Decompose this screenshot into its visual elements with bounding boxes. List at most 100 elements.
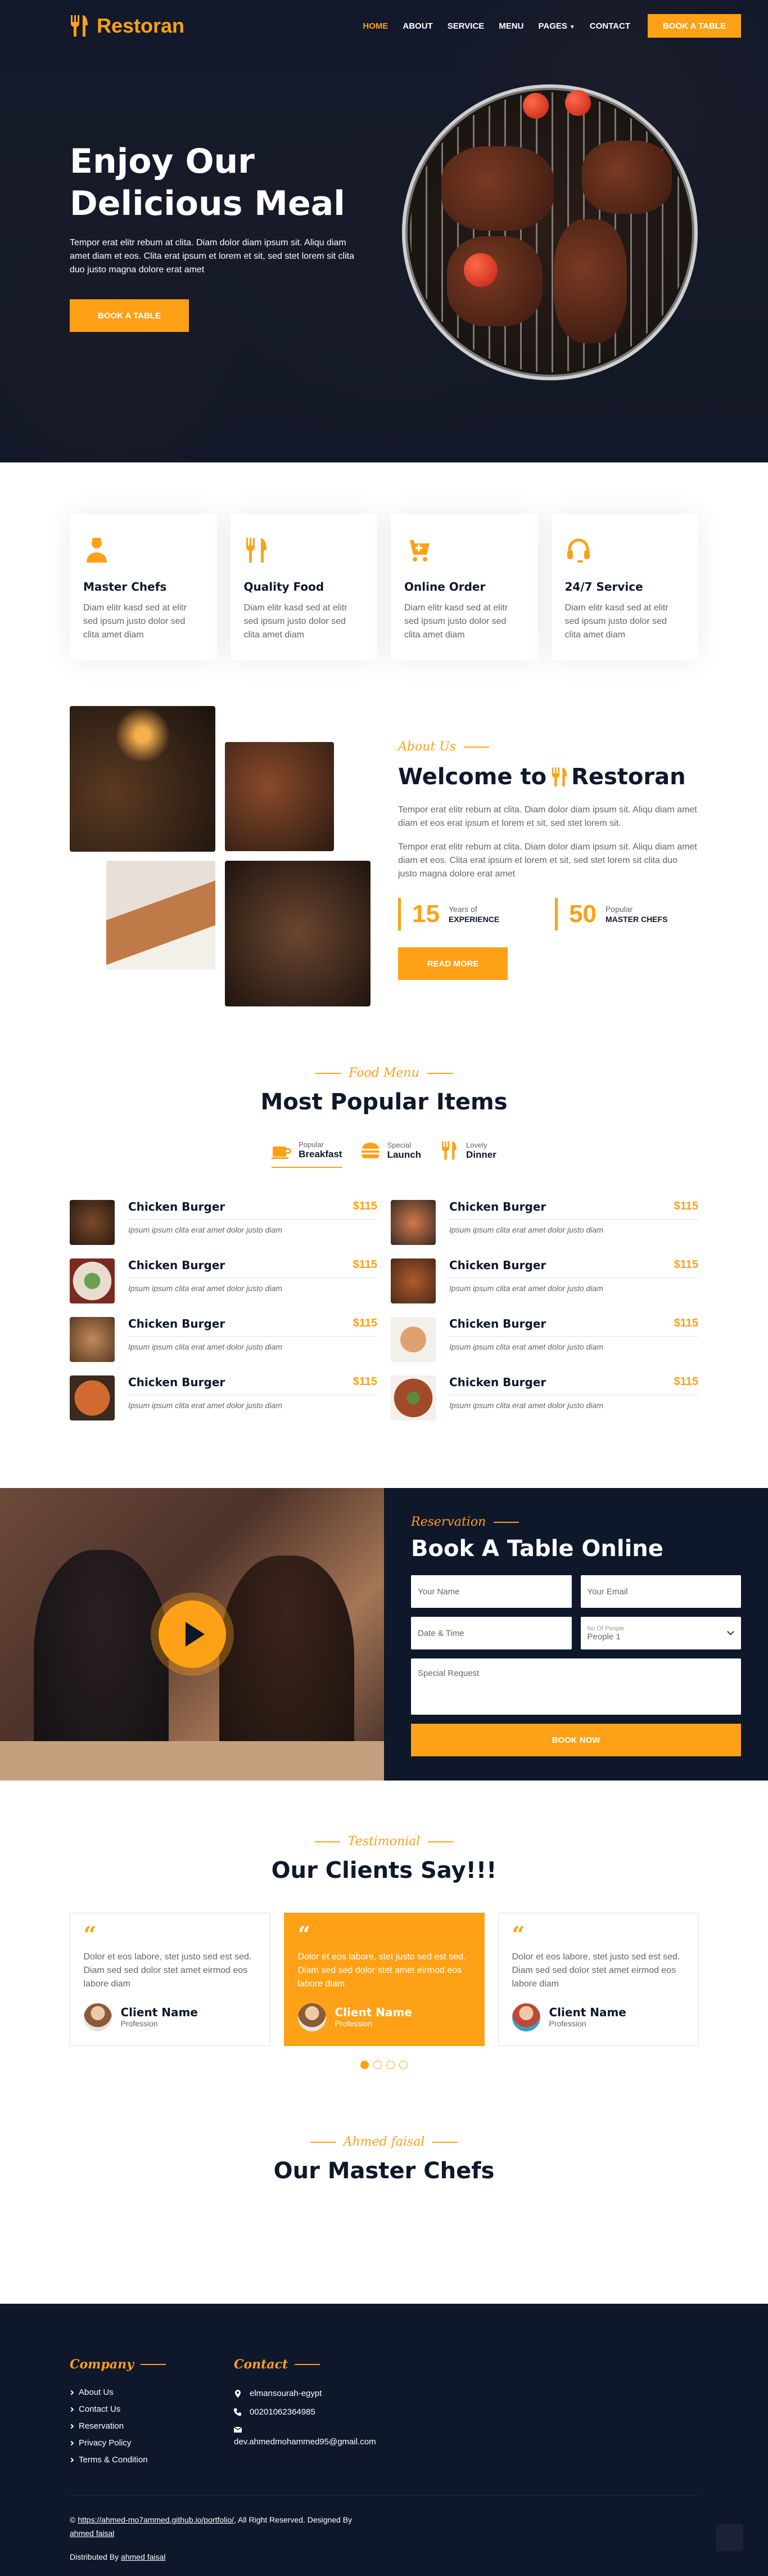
chefs-stat: 50 Popular Master Chefs: [555, 898, 698, 930]
footer-link-reservation[interactable]: Reservation: [69, 2421, 169, 2431]
carousel-dot[interactable]: [399, 2061, 408, 2069]
food-serving-image: [106, 861, 215, 970]
footer-link-terms[interactable]: Terms & Condition: [69, 2455, 169, 2465]
tab-breakfast[interactable]: Popular Breakfast: [272, 1140, 342, 1168]
tab-dinner[interactable]: Lovely Dinner: [439, 1140, 496, 1168]
about-brand-name: Restoran: [571, 764, 686, 790]
menu-item-body: Chicken Burger $115 Ipsum ipsum clita erat…: [449, 1200, 698, 1245]
client-info: Client Name Profession: [512, 2003, 685, 2031]
menu-item-header: Chicken Burger $115: [128, 1375, 377, 1395]
utensils-icon: [442, 1141, 457, 1160]
menu-item-desc: Ipsum ipsum clita erat amet dolor justo …: [449, 1401, 603, 1410]
hero-book-table-button[interactable]: Book A Table: [70, 299, 189, 332]
menu-item-header: Chicken Burger $115: [128, 1258, 377, 1278]
tab-launch[interactable]: Special Launch: [360, 1140, 421, 1168]
menu-item[interactable]: Chicken Burger $115 Ipsum ipsum clita erat…: [70, 1375, 377, 1420]
menu-item[interactable]: Chicken Burger $115 Ipsum ipsum clita erat…: [391, 1317, 698, 1362]
nav-service[interactable]: Service: [440, 21, 492, 31]
tag-line: [295, 2364, 320, 2365]
menu-tag-text: Food Menu: [349, 1066, 419, 1080]
footer-company-title-text: Company: [70, 2357, 134, 2372]
menu-item[interactable]: Chicken Burger $115 Ipsum ipsum clita erat…: [70, 1317, 377, 1362]
nav-home[interactable]: Home: [355, 21, 395, 31]
email-input[interactable]: Your Email: [580, 1575, 741, 1608]
tab-small: Special: [387, 1140, 412, 1149]
footer-contact-title-text: Contact: [234, 2357, 288, 2372]
back-to-top-button[interactable]: [716, 2524, 743, 2551]
client-role: Profession: [549, 2019, 586, 2028]
distributor-link[interactable]: ahmed faisal: [121, 2552, 165, 2561]
nav-pages-dropdown[interactable]: Pages ▼: [531, 21, 582, 31]
menu-item-body: Chicken Burger $115 Ipsum ipsum clita erat…: [128, 1375, 377, 1420]
footer-link-label: About Us: [79, 2388, 114, 2397]
service-title: Online Order: [404, 580, 486, 594]
menu-item-price: $115: [353, 1375, 377, 1388]
menu-item[interactable]: Chicken Burger $115 Ipsum ipsum clita erat…: [391, 1258, 698, 1303]
testimonial-text: Dolor et eos labore, stet justo sed est …: [512, 1952, 680, 1989]
menu-section: Food Menu Most Popular Items Popular Brea…: [0, 1066, 768, 1488]
book-now-button[interactable]: Book Now: [411, 1724, 741, 1756]
special-request-textarea[interactable]: Special Request: [411, 1658, 741, 1715]
name-input[interactable]: Your Name: [411, 1575, 572, 1608]
service-card[interactable]: 24/7 Service Diam elitr kasd sed at elit…: [551, 514, 698, 660]
menu-item[interactable]: Chicken Burger $115 Ipsum ipsum clita erat…: [391, 1200, 698, 1245]
contact-email: [234, 2426, 403, 2434]
menu-item[interactable]: Chicken Burger $115 Ipsum ipsum clita erat…: [391, 1375, 698, 1420]
menu-items-grid: Chicken Burger $115 Ipsum ipsum clita erat…: [70, 1200, 698, 1420]
chefs-tag: Ahmed faisal: [0, 2135, 768, 2149]
contact-email-text[interactable]: dev.ahmedmohammed95@gmail.com: [234, 2437, 403, 2447]
nav-menu[interactable]: Menu: [491, 21, 531, 31]
about-tag: About Us: [398, 740, 698, 754]
copyright: © https://ahmed-mo7ammed.github.io/portf…: [70, 2513, 407, 2540]
testimonial-card: “ Dolor et eos labore, stet justo sed es…: [69, 1913, 270, 2046]
service-card[interactable]: Online Order Diam elitr kasd sed at elit…: [391, 514, 538, 660]
portfolio-link[interactable]: https://ahmed-mo7ammed.github.io/portfol…: [78, 2515, 234, 2524]
tag-line: [464, 746, 490, 748]
brand-name: Restoran: [97, 14, 185, 37]
footer-link-contact[interactable]: Contact Us: [69, 2404, 169, 2414]
nav-about[interactable]: About: [395, 21, 440, 31]
testimonial-carousel[interactable]: “ Dolor et eos labore, stet justo sed es…: [0, 1913, 768, 2046]
datetime-input[interactable]: Date & Time: [411, 1617, 572, 1649]
service-title: Master Chefs: [83, 580, 167, 594]
distributed-by: Distributed By ahmed faisal: [70, 2552, 165, 2561]
testimonial-title: Our Clients Say!!!: [271, 1858, 497, 1883]
service-card[interactable]: Master Chefs Diam elitr kasd sed at elit…: [70, 514, 217, 660]
chefs-tag-text: Ahmed faisal: [343, 2135, 425, 2149]
read-more-button[interactable]: Read More: [398, 947, 508, 980]
nav-contact[interactable]: Contact: [582, 21, 638, 31]
menu-item-header: Chicken Burger $115: [128, 1317, 377, 1337]
about-title-prefix: Welcome to: [398, 764, 547, 790]
menu-item-header: Chicken Burger $115: [449, 1375, 698, 1395]
testimonial-section: Testimonial Our Clients Say!!! “ Dolor e…: [0, 1781, 768, 2118]
designer-link[interactable]: ahmed faisal: [70, 2529, 114, 2538]
chevron-right-icon: [69, 2440, 74, 2445]
menu-item[interactable]: Chicken Burger $115 Ipsum ipsum clita erat…: [70, 1200, 377, 1245]
caret-down-icon: ▼: [569, 24, 575, 30]
carousel-dot[interactable]: [360, 2061, 369, 2069]
reservation-video: [0, 1488, 384, 1781]
coffee-icon: [272, 1147, 292, 1159]
carousel-dots: [0, 2061, 768, 2069]
book-table-nav-button[interactable]: Book A Table: [648, 14, 741, 38]
footer-link-about[interactable]: About Us: [69, 2388, 169, 2397]
testimonial-card: “ Dolor et eos labore, stet justo sed es…: [498, 1913, 699, 2046]
form-grid: Your Name Your Email Date & Time No Of P…: [411, 1575, 741, 1756]
carousel-dot[interactable]: [373, 2061, 382, 2069]
steak-image: [554, 219, 627, 343]
menu-item-image: [70, 1258, 115, 1303]
play-video-button[interactable]: [159, 1601, 226, 1668]
carousel-dot[interactable]: [386, 2061, 395, 2069]
tag-line: [310, 2141, 336, 2143]
copyright-prefix: ©: [70, 2515, 76, 2524]
footer-link-privacy[interactable]: Privacy Policy: [69, 2438, 169, 2448]
brand-logo[interactable]: Restoran: [70, 14, 184, 38]
people-select[interactable]: No Of People People 1: [580, 1617, 741, 1649]
menu-item-body: Chicken Burger $115 Ipsum ipsum clita erat…: [128, 1317, 377, 1362]
testimonial-tag: Testimonial: [0, 1835, 768, 1849]
menu-item[interactable]: Chicken Burger $115 Ipsum ipsum clita erat…: [70, 1258, 377, 1303]
service-card[interactable]: Quality Food Diam elitr kasd sed at elit…: [230, 514, 377, 660]
tag-line: [428, 1841, 454, 1842]
menu-item-price: $115: [674, 1375, 698, 1388]
tab-text: Lovely Dinner: [466, 1141, 496, 1161]
